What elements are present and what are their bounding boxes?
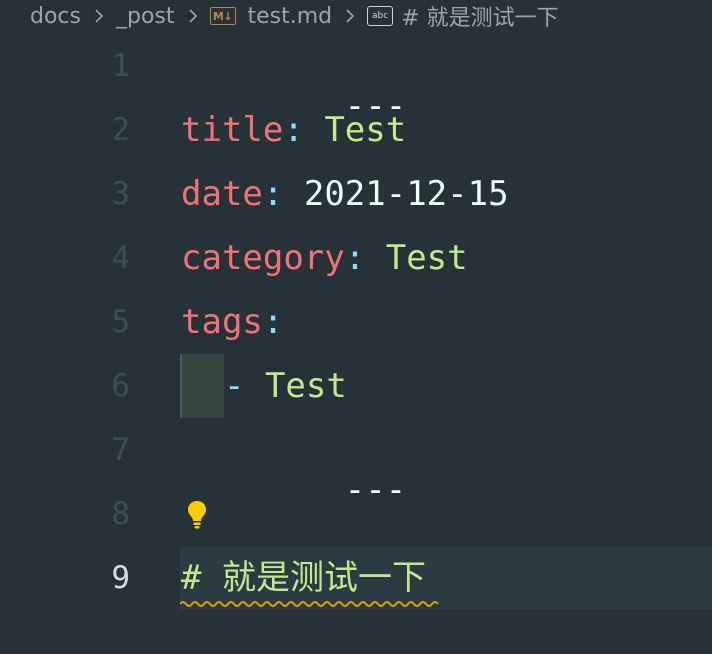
yaml-colon: : xyxy=(262,174,284,214)
editor-window: docs _post M↓ test.md abc # 就是测试一下 1 --- xyxy=(0,0,712,654)
editor-line[interactable]: 3 date: 2021-12-15 xyxy=(0,162,712,226)
yaml-key: tags xyxy=(181,302,263,342)
breadcrumb-item-post[interactable]: _post xyxy=(116,4,175,29)
yaml-colon: : xyxy=(262,302,284,342)
yaml-value: 2021-12-15 xyxy=(283,174,509,214)
yaml-colon: : xyxy=(283,110,304,150)
markdown-heading-text: 就是测试一下 xyxy=(201,558,426,598)
editor-line[interactable]: 7 --- xyxy=(0,418,712,510)
line-number: 1 xyxy=(111,48,130,84)
editor-line[interactable]: 2 title: Test xyxy=(0,98,712,162)
line-number: 5 xyxy=(111,304,130,340)
line-number: 4 xyxy=(111,240,130,276)
yaml-value: Test xyxy=(365,238,468,278)
breadcrumb: docs _post M↓ test.md abc # 就是测试一下 xyxy=(0,0,712,32)
line-number: 7 xyxy=(111,432,130,468)
yaml-key: category xyxy=(181,238,345,278)
line-number: 6 xyxy=(111,368,130,404)
yaml-value: Test xyxy=(264,366,347,406)
editor-line[interactable]: 8 xyxy=(0,482,712,546)
yaml-key: title xyxy=(181,110,284,150)
breadcrumb-label: _post xyxy=(115,3,175,29)
line-content: category: Test xyxy=(181,238,468,278)
line-number: 8 xyxy=(111,496,130,532)
breadcrumb-item-docs[interactable]: docs xyxy=(30,4,81,29)
abc-symbol-icon: abc xyxy=(367,6,394,26)
breadcrumb-item-file[interactable]: M↓ test.md xyxy=(209,3,333,29)
yaml-list-dash: - xyxy=(224,366,265,406)
editor-line[interactable]: 6 - Test xyxy=(0,354,712,418)
line-content: date: 2021-12-15 xyxy=(181,174,509,214)
breadcrumb-label: test.md xyxy=(247,3,333,29)
editor-line-current[interactable]: 9 # 就是测试一下 xyxy=(0,546,712,610)
line-content: title: Test xyxy=(181,110,406,150)
line-number: 3 xyxy=(111,176,130,212)
line-number: 9 xyxy=(111,560,130,596)
warning-squiggle[interactable] xyxy=(180,600,440,608)
line-content: - Test xyxy=(224,366,347,406)
line-content: # 就是测试一下 xyxy=(181,558,426,598)
chevron-right-icon xyxy=(346,9,355,23)
chevron-right-icon xyxy=(95,9,104,23)
breadcrumb-label: # 就是测试一下 xyxy=(401,6,559,31)
indent-guide xyxy=(180,354,224,418)
markdown-icon: M↓ xyxy=(209,7,236,25)
editor-line[interactable]: 5 tags: xyxy=(0,290,712,354)
line-content: tags: xyxy=(181,302,283,342)
markdown-heading-marker: # xyxy=(181,558,202,598)
yaml-key: date xyxy=(181,174,263,214)
breadcrumb-item-symbol[interactable]: abc # 就是测试一下 xyxy=(367,0,559,32)
yaml-value: Test xyxy=(303,110,407,150)
breadcrumb-label: docs xyxy=(30,3,81,29)
editor-line[interactable]: 4 category: Test xyxy=(0,226,712,290)
editor-line[interactable]: 1 --- xyxy=(0,34,712,126)
line-number: 2 xyxy=(111,112,130,148)
lightbulb-icon[interactable] xyxy=(186,500,208,530)
yaml-colon: : xyxy=(344,238,366,278)
code-editor[interactable]: 1 --- 2 title: Test 3 date: 2021-12-15 4… xyxy=(0,34,712,654)
chevron-right-icon xyxy=(188,9,197,23)
